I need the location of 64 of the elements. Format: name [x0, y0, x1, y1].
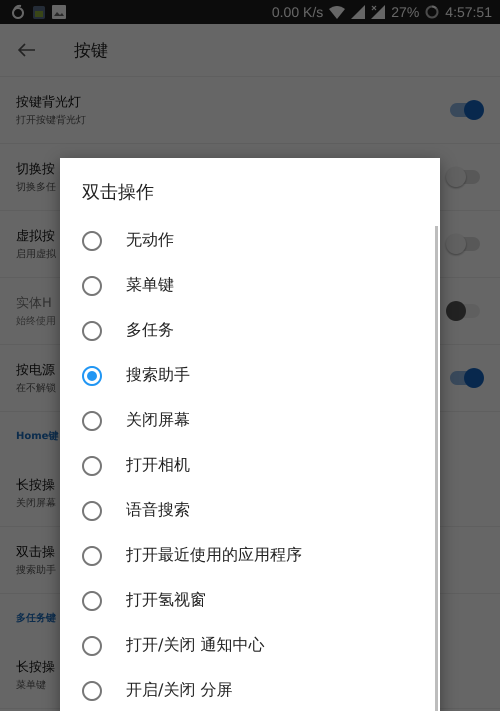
clock-time: 4:57:51 — [445, 4, 492, 20]
option-label: 开启/关闭 分屏 — [126, 680, 232, 701]
section-header: 多任务键 — [16, 612, 56, 625]
radio-option[interactable]: 打开氢视窗 — [60, 578, 440, 623]
option-label: 打开/关闭 通知中心 — [126, 635, 264, 656]
radio-option[interactable]: 打开/关闭 通知中心 — [60, 623, 440, 668]
setting-title: 按电源 — [16, 362, 56, 379]
image-icon — [52, 5, 66, 19]
app-icon — [32, 4, 46, 20]
setting-row[interactable]: 按键背光灯 打开按键背光灯 — [0, 77, 500, 144]
dialog-title: 双击操作 — [81, 181, 155, 205]
signal-icon — [351, 5, 366, 19]
setting-subtitle: 切换多任 — [16, 180, 56, 194]
battery-ring-icon — [425, 5, 440, 19]
signal-icon — [371, 5, 386, 19]
setting-title: 切换按 — [16, 161, 56, 178]
radio-button[interactable] — [82, 320, 102, 340]
setting-title: 双击操 — [16, 544, 56, 561]
radio-option[interactable]: 多任务 — [60, 308, 440, 353]
option-label: 无动作 — [126, 230, 174, 251]
radio-option[interactable]: 打开最近使用的应用程序 — [60, 533, 440, 578]
setting-subtitle: 关闭屏幕 — [16, 496, 56, 510]
setting-title: 虚拟按 — [16, 228, 56, 245]
radio-button[interactable] — [82, 366, 102, 386]
back-arrow-icon[interactable] — [18, 43, 36, 57]
radio-button[interactable] — [82, 636, 102, 656]
option-label: 语音搜索 — [126, 500, 190, 521]
page-title: 按键 — [74, 40, 108, 62]
radio-option[interactable]: 无动作 — [60, 218, 440, 263]
setting-title: 长按操 — [16, 659, 55, 676]
setting-subtitle: 菜单键 — [16, 678, 47, 692]
radio-button[interactable] — [82, 230, 102, 250]
setting-subtitle: 在不解锁 — [16, 382, 56, 395]
option-label: 打开最近使用的应用程序 — [126, 545, 302, 566]
radio-button[interactable] — [82, 410, 102, 430]
radio-button[interactable] — [82, 546, 102, 566]
radio-button[interactable] — [82, 590, 102, 610]
setting-subtitle: 搜索助手 — [16, 564, 56, 577]
radio-option[interactable]: 语音搜索 — [60, 488, 440, 533]
section-header: Home键 — [16, 430, 58, 443]
setting-title: 长按操 — [16, 477, 56, 494]
wifi-icon — [329, 6, 346, 18]
network-speed: 0.00 K/s — [272, 4, 324, 20]
setting-subtitle: 启用虚拟 — [16, 248, 56, 261]
battery-percent: 27% — [391, 4, 420, 20]
setting-title: 按键背光灯 — [16, 94, 82, 111]
option-label: 多任务 — [126, 320, 174, 341]
app-logo-icon — [10, 4, 26, 20]
radio-button[interactable] — [82, 680, 102, 700]
radio-option[interactable]: 菜单键 — [60, 263, 440, 308]
radio-button[interactable] — [82, 500, 102, 520]
radio-option[interactable]: 关闭屏幕 — [60, 398, 440, 443]
setting-subtitle: 打开按键背光灯 — [16, 114, 86, 127]
radio-button[interactable] — [82, 276, 102, 296]
option-label: 搜索助手 — [126, 365, 190, 386]
radio-option[interactable]: 搜索助手 — [60, 353, 440, 398]
option-label: 打开相机 — [126, 455, 190, 476]
radio-option[interactable]: 打开相机 — [60, 443, 440, 488]
option-label: 关闭屏幕 — [126, 410, 190, 431]
radio-button[interactable] — [82, 456, 102, 476]
option-label: 打开氢视窗 — [126, 590, 206, 611]
option-label: 菜单键 — [126, 275, 174, 296]
scrollbar[interactable] — [435, 226, 438, 711]
radio-option[interactable]: 开启/关闭 分屏 — [60, 668, 440, 711]
